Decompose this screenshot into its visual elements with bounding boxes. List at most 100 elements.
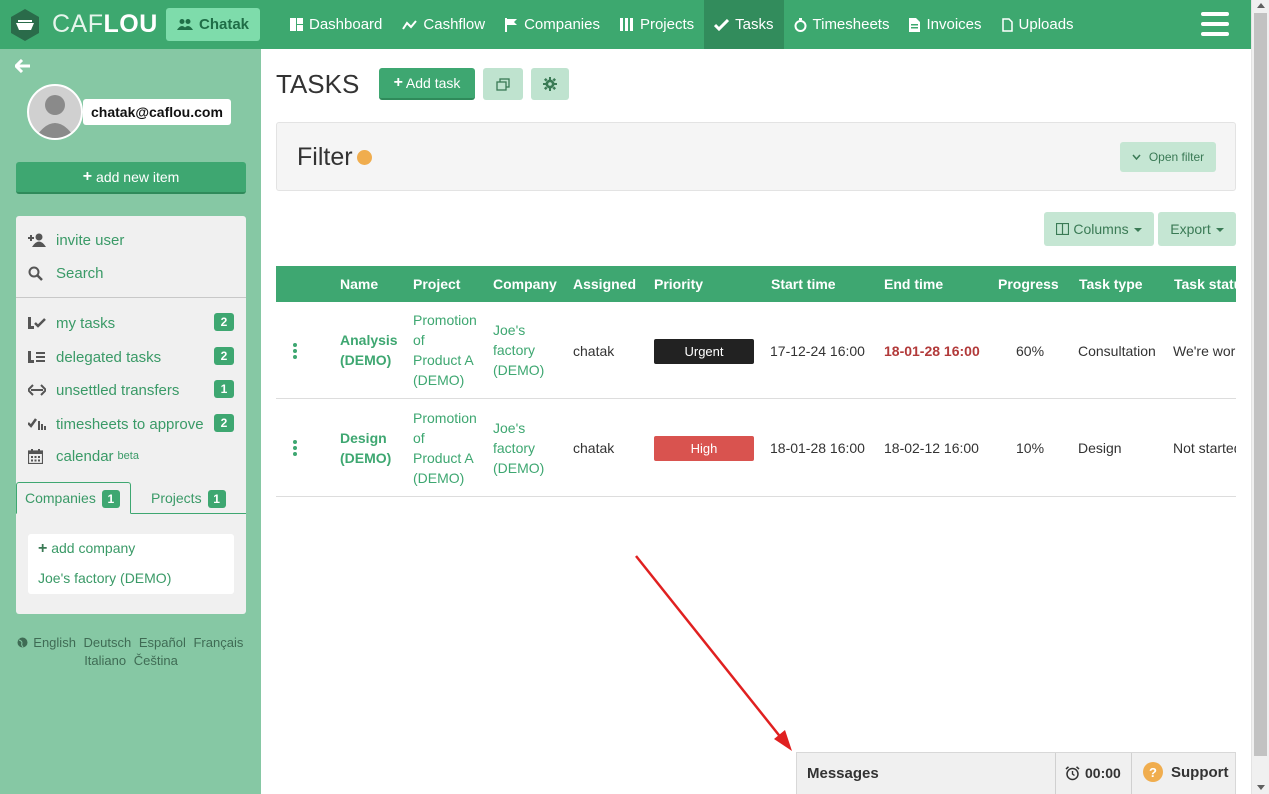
dashboard-icon: [290, 18, 303, 31]
sidebar-item-invite-user[interactable]: invite user: [28, 228, 236, 252]
columns-icon: [619, 18, 634, 31]
alarm-clock-icon: [1065, 765, 1080, 780]
projects-count-badge: 1: [207, 490, 226, 508]
end-time: 18-02-12 16:00: [884, 440, 979, 456]
lang-english[interactable]: English: [33, 635, 76, 650]
approve-icon: [28, 417, 50, 431]
sidebar: chatak@caflou.com + add new item invite …: [0, 49, 261, 794]
sidebar-item-delegated-tasks[interactable]: delegated tasks 2: [28, 345, 236, 369]
lang-cestina[interactable]: Čeština: [134, 653, 178, 668]
plus-icon: +: [38, 540, 48, 557]
avatar[interactable]: [27, 84, 83, 140]
add-task-button[interactable]: + Add task: [379, 68, 475, 100]
nav-tasks[interactable]: Tasks: [704, 0, 784, 49]
nav-projects[interactable]: Projects: [610, 0, 704, 49]
column-header-assigned[interactable]: Assigned: [573, 276, 636, 292]
settings-button[interactable]: [531, 68, 569, 100]
column-header-company[interactable]: Company: [493, 276, 557, 292]
task-type: Consultation: [1078, 343, 1156, 359]
user-email[interactable]: chatak@caflou.com: [83, 99, 231, 125]
scroll-up-arrow-icon[interactable]: [1257, 3, 1265, 8]
project-link[interactable]: Promotion of Product A (DEMO): [413, 310, 477, 390]
back-arrow-icon[interactable]: [13, 58, 31, 78]
sidebar-item-search[interactable]: Search: [28, 261, 236, 285]
column-header-end-time[interactable]: End time: [884, 276, 943, 292]
company-link[interactable]: Joe's factory (DEMO): [493, 320, 544, 380]
company-link[interactable]: Joe's factory (DEMO): [493, 418, 544, 478]
nav-companies[interactable]: Companies: [495, 0, 610, 49]
my-tasks-icon: [28, 316, 50, 330]
sidebar-item-my-tasks[interactable]: my tasks 2: [28, 311, 236, 335]
top-navbar: CAFLOU Chatak Dashboard Cashflow Compani…: [0, 0, 1251, 49]
delegated-tasks-badge: 2: [214, 347, 234, 365]
priority-badge: Urgent: [654, 339, 754, 364]
lang-italiano[interactable]: Italiano: [84, 653, 126, 668]
columns-button[interactable]: Columns: [1044, 212, 1154, 246]
file-icon: [1001, 17, 1013, 32]
my-tasks-badge: 2: [214, 313, 234, 331]
nav-dashboard[interactable]: Dashboard: [280, 0, 392, 49]
assigned-user: chatak: [573, 440, 615, 456]
export-button[interactable]: Export: [1158, 212, 1236, 246]
start-time: 18-01-28 16:00: [770, 440, 865, 456]
project-link[interactable]: Promotion of Product A (DEMO): [413, 408, 477, 488]
unsettled-transfers-badge: 1: [214, 380, 234, 398]
timer-button[interactable]: 00:00: [1065, 765, 1121, 781]
priority-badge: High: [654, 436, 754, 461]
assigned-user: chatak: [573, 343, 615, 359]
column-header-project[interactable]: Project: [413, 276, 460, 292]
task-status: We're working on it: [1173, 343, 1236, 359]
nav-invoices[interactable]: Invoices: [899, 0, 991, 49]
column-header-start-time[interactable]: Start time: [771, 276, 836, 292]
page-title: TASKS: [276, 69, 360, 99]
column-header-task-status[interactable]: Task status: [1174, 276, 1236, 292]
language-selector: English Deutsch Español Français Italian…: [16, 634, 246, 670]
column-header-progress[interactable]: Progress: [998, 276, 1059, 292]
plus-icon: +: [393, 74, 403, 91]
sidebar-item-unsettled-transfers[interactable]: unsettled transfers 1: [28, 378, 236, 402]
companies-list: + add company Joe's factory (DEMO): [28, 534, 234, 594]
gear-icon: [543, 77, 557, 91]
sidebar-item-timesheets-to-approve[interactable]: timesheets to approve 2: [28, 412, 236, 436]
scroll-down-arrow-icon[interactable]: [1257, 785, 1265, 790]
user-menu-button[interactable]: Chatak: [166, 8, 260, 41]
lang-espanol[interactable]: Español: [139, 635, 186, 650]
page-scrollbar[interactable]: [1251, 0, 1269, 794]
company-link[interactable]: Joe's factory (DEMO): [38, 570, 171, 586]
duplicate-button[interactable]: [483, 68, 523, 100]
task-name-link[interactable]: Analysis (DEMO): [340, 330, 398, 370]
beta-label: beta: [117, 450, 139, 462]
progress-value: 60%: [1016, 343, 1045, 359]
column-header-name[interactable]: Name: [340, 276, 378, 292]
table-row[interactable]: Design (DEMO) Promotion of Product A (DEMO) …: [276, 400, 1236, 497]
divider: [1131, 753, 1132, 794]
add-company-link[interactable]: + add company: [38, 540, 135, 558]
lang-deutsch[interactable]: Deutsch: [84, 635, 132, 650]
hamburger-menu-icon[interactable]: [1201, 12, 1229, 36]
nav-cashflow[interactable]: Cashflow: [392, 0, 495, 49]
nav-uploads[interactable]: Uploads: [992, 0, 1084, 49]
support-button[interactable]: ? Support: [1143, 762, 1229, 782]
row-actions-icon[interactable]: [293, 440, 297, 456]
table-row[interactable]: Analysis (DEMO) Promotion of Product A (DEMO…: [276, 302, 1236, 399]
lang-francais[interactable]: Français: [193, 635, 243, 650]
scroll-thumb[interactable]: [1254, 13, 1267, 756]
sidebar-item-calendar[interactable]: calendar beta: [28, 444, 236, 468]
filter-status-dot: [357, 150, 372, 165]
column-header-priority[interactable]: Priority: [654, 276, 703, 292]
row-actions-icon[interactable]: [293, 343, 297, 359]
table-header: Name Project Company Assigned Priority S…: [276, 266, 1236, 302]
logo[interactable]: CAFLOU: [0, 0, 158, 49]
task-status: Not started: [1173, 440, 1236, 456]
companies-count-badge: 1: [101, 490, 120, 508]
tasks-table: Name Project Company Assigned Priority S…: [276, 266, 1236, 498]
tab-companies[interactable]: Companies 1: [16, 482, 131, 514]
open-filter-button[interactable]: Open filter: [1120, 142, 1216, 172]
task-name-link[interactable]: Design (DEMO): [340, 428, 391, 468]
tab-projects[interactable]: Projects 1: [143, 482, 234, 514]
nav-timesheets[interactable]: Timesheets: [784, 0, 900, 49]
add-new-item-button[interactable]: + add new item: [16, 162, 246, 194]
messages-button[interactable]: Messages: [807, 765, 879, 782]
column-header-task-type[interactable]: Task type: [1079, 276, 1143, 292]
logo-icon: [11, 8, 39, 41]
